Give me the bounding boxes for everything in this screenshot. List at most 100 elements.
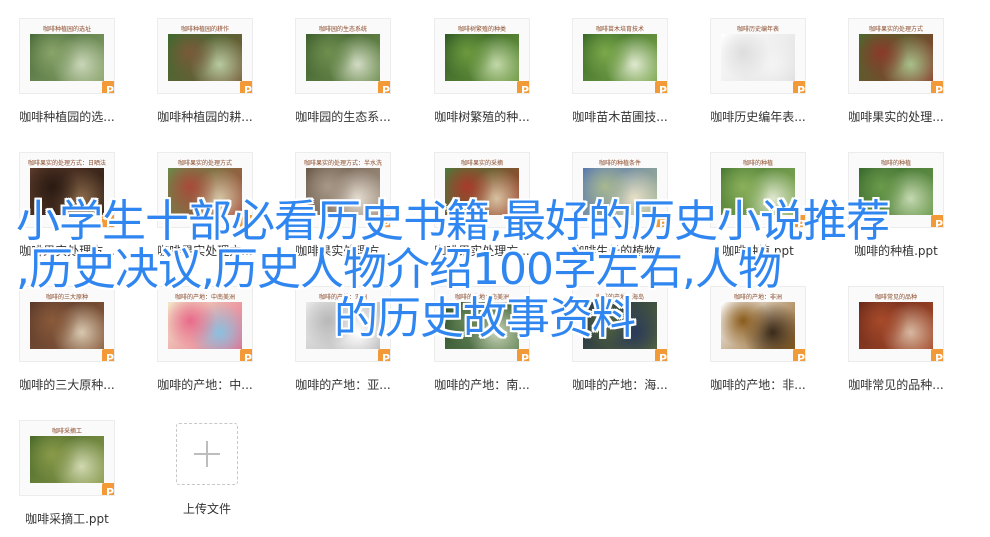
file-name[interactable]: 咖啡种植园的耕... (146, 108, 264, 125)
file-thumbnail[interactable]: 咖啡的种植条件 P (572, 152, 668, 228)
file-thumbnail[interactable]: 咖啡的种植 P (710, 152, 806, 228)
file-thumbnail[interactable]: 咖啡果实的处理方式 P (848, 18, 944, 94)
slide-image (30, 302, 104, 349)
slide-image (306, 34, 380, 81)
file-name[interactable]: 咖啡历史编年表... (699, 108, 817, 125)
slide-image (721, 34, 795, 81)
slide-image (306, 168, 380, 215)
file-card[interactable]: 咖啡的种植条件 P 咖啡生长的植物... (561, 152, 679, 262)
file-name[interactable]: 咖啡果实处理方... (423, 242, 541, 259)
file-card[interactable]: 咖啡果实的采摘 P 咖啡果实处理方... (423, 152, 541, 262)
file-thumbnail[interactable]: 咖啡常见的品种 P (848, 286, 944, 362)
slide-image (30, 436, 104, 483)
slide-image (168, 302, 242, 349)
file-thumbnail[interactable]: 咖啡果实的处理方式：日晒法 P (19, 152, 115, 228)
slide-title: 咖啡的种植条件 (598, 160, 641, 167)
slide-image (859, 34, 933, 81)
ppt-file-icon: P (240, 215, 252, 227)
file-thumbnail[interactable]: 咖啡种植园的选址 P (19, 18, 115, 94)
file-name[interactable]: 咖啡的三大原种... (8, 376, 126, 393)
file-thumbnail[interactable]: 咖啡果实的处理方式：半水洗 P (295, 152, 391, 228)
file-card[interactable]: 咖啡的种植 P 咖啡种植.ppt (699, 152, 817, 262)
file-name[interactable]: 咖啡生长的植物... (561, 242, 679, 259)
slide-image (168, 34, 242, 81)
file-name[interactable]: 咖啡的产地：海... (561, 376, 679, 393)
slide-title: 咖啡的产地：海岛 (595, 294, 644, 301)
file-name[interactable]: 咖啡园的生态系... (284, 108, 402, 125)
file-card[interactable]: 咖啡种植园的耕作 P 咖啡种植园的耕... (146, 18, 264, 128)
file-name[interactable]: 咖啡种植园的选... (8, 108, 126, 125)
ppt-file-icon: P (102, 349, 114, 361)
file-name[interactable]: 咖啡苗木苗圃技... (561, 108, 679, 125)
slide-title: 咖啡的产地：亚洲 (318, 294, 367, 301)
file-thumbnail[interactable]: 咖啡苗木培育技术 P (572, 18, 668, 94)
slide-title: 咖啡苗木培育技术 (595, 26, 644, 33)
file-thumbnail[interactable]: 咖啡的产地：海岛 P (572, 286, 668, 362)
upload-button[interactable] (176, 423, 238, 485)
file-card[interactable]: 咖啡的产地：亚洲 P 咖啡的产地：亚... (284, 286, 402, 396)
slide-title: 咖啡种植园的选址 (42, 26, 91, 33)
file-name[interactable]: 咖啡的产地：非... (699, 376, 817, 393)
slide-image (30, 168, 104, 215)
file-name[interactable]: 咖啡的产地：亚... (284, 376, 402, 393)
file-thumbnail[interactable]: 咖啡的产地：亚洲 P (295, 286, 391, 362)
file-card[interactable]: 咖啡果实的处理方式：日晒法 P 咖啡果实处理方... (8, 152, 126, 262)
slide-title: 咖啡常见的品种 (874, 294, 917, 301)
file-thumbnail[interactable]: 咖啡树繁殖的种类 P (434, 18, 530, 94)
file-thumbnail[interactable]: 咖啡的产地：中南美洲 P (157, 286, 253, 362)
ppt-file-icon: P (102, 81, 114, 93)
ppt-file-icon: P (931, 81, 943, 93)
file-name[interactable]: 咖啡采摘工.ppt (8, 510, 126, 527)
slide-title: 咖啡的产地：中南美洲 (174, 294, 235, 301)
file-card[interactable]: 咖啡果实的处理方式：半水洗 P 咖啡果实处理方... (284, 152, 402, 262)
file-card[interactable]: 咖啡果实的处理方式 P 咖啡果实的处理... (837, 18, 955, 128)
file-name[interactable]: 咖啡的产地：中... (146, 376, 264, 393)
file-thumbnail[interactable]: 咖啡果实的处理方式 P (157, 152, 253, 228)
file-name[interactable]: 咖啡果实处理方... (284, 242, 402, 259)
file-name[interactable]: 咖啡果实处理方... (146, 242, 264, 259)
file-name[interactable]: 咖啡果实的处理... (837, 108, 955, 125)
file-name[interactable]: 咖啡树繁殖的种... (423, 108, 541, 125)
file-thumbnail[interactable]: 咖啡的产地：南美洲 P (434, 286, 530, 362)
slide-title: 咖啡历史编年表 (736, 26, 779, 33)
file-card[interactable]: 咖啡果实的处理方式 P 咖啡果实处理方... (146, 152, 264, 262)
slide-title: 咖啡果实的采摘 (460, 160, 503, 167)
ppt-file-icon: P (240, 349, 252, 361)
file-card[interactable]: 咖啡种植园的选址 P 咖啡种植园的选... (8, 18, 126, 128)
file-card[interactable]: 咖啡的种植 P 咖啡的种植.ppt (837, 152, 955, 262)
file-card[interactable]: 咖啡的产地：非洲 P 咖啡的产地：非... (699, 286, 817, 396)
file-card[interactable]: 咖啡历史编年表 P 咖啡历史编年表... (699, 18, 817, 128)
slide-title: 咖啡采摘工 (51, 428, 82, 435)
file-card[interactable]: 咖啡采摘工 P 咖啡采摘工.ppt (8, 420, 126, 530)
slide-title: 咖啡果实的处理方式 (177, 160, 232, 167)
slide-title: 咖啡果实的处理方式 (868, 26, 923, 33)
slide-title: 咖啡果实的处理方式：半水洗 (303, 160, 382, 167)
plus-icon (194, 441, 220, 467)
file-card[interactable]: 咖啡的三大原种 P 咖啡的三大原种... (8, 286, 126, 396)
file-name[interactable]: 咖啡的种植.ppt (837, 242, 955, 259)
file-card[interactable]: 咖啡园的生态系统 P 咖啡园的生态系... (284, 18, 402, 128)
file-name[interactable]: 咖啡常见的品种... (837, 376, 955, 393)
file-card[interactable]: 咖啡的产地：中南美洲 P 咖啡的产地：中... (146, 286, 264, 396)
file-name[interactable]: 咖啡种植.ppt (699, 242, 817, 259)
file-thumbnail[interactable]: 咖啡采摘工 P (19, 420, 115, 496)
file-name[interactable]: 咖啡的产地：南... (423, 376, 541, 393)
file-thumbnail[interactable]: 咖啡园的生态系统 P (295, 18, 391, 94)
ppt-file-icon: P (793, 215, 805, 227)
file-thumbnail[interactable]: 咖啡的种植 P (848, 152, 944, 228)
file-card[interactable]: 咖啡苗木培育技术 P 咖啡苗木苗圃技... (561, 18, 679, 128)
file-card[interactable]: 咖啡树繁殖的种类 P 咖啡树繁殖的种... (423, 18, 541, 128)
file-thumbnail[interactable]: 咖啡种植园的耕作 P (157, 18, 253, 94)
file-card[interactable]: 咖啡的产地：南美洲 P 咖啡的产地：南... (423, 286, 541, 396)
slide-image (445, 302, 519, 349)
file-card[interactable]: 咖啡的产地：海岛 P 咖啡的产地：海... (561, 286, 679, 396)
file-thumbnail[interactable]: 咖啡历史编年表 P (710, 18, 806, 94)
file-thumbnail[interactable]: 咖啡的产地：非洲 P (710, 286, 806, 362)
file-name[interactable]: 咖啡果实处理方... (8, 242, 126, 259)
slide-image (30, 34, 104, 81)
file-thumbnail[interactable]: 咖啡果实的采摘 P (434, 152, 530, 228)
ppt-file-icon: P (655, 81, 667, 93)
slide-title: 咖啡树繁殖的种类 (457, 26, 506, 33)
file-thumbnail[interactable]: 咖啡的三大原种 P (19, 286, 115, 362)
file-card[interactable]: 咖啡常见的品种 P 咖啡常见的品种... (837, 286, 955, 396)
